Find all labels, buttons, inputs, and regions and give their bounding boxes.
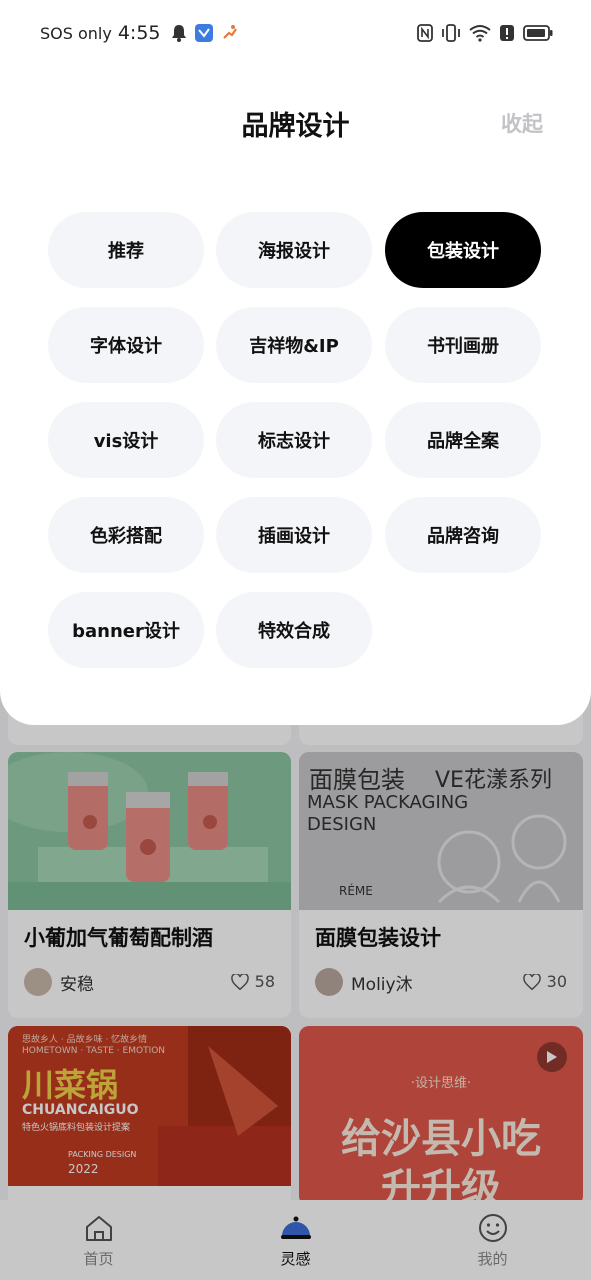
chip-packaging-design[interactable]: 包装设计: [385, 212, 541, 288]
vibrate-icon: [442, 24, 460, 42]
chip-mascot-ip[interactable]: 吉祥物&IP: [216, 307, 372, 383]
alert-icon: [500, 25, 514, 41]
status-bar: SOS only 4:55: [0, 0, 591, 66]
chip-recommend[interactable]: 推荐: [48, 212, 204, 288]
chip-color-matching[interactable]: 色彩搭配: [48, 497, 204, 573]
chip-effects-compositing[interactable]: 特效合成: [216, 592, 372, 668]
chip-brand-full[interactable]: 品牌全案: [385, 402, 541, 478]
chip-brand-consulting[interactable]: 品牌咨询: [385, 497, 541, 573]
collapse-button[interactable]: 收起: [501, 108, 543, 138]
chip-font-design[interactable]: 字体设计: [48, 307, 204, 383]
chip-vis-design[interactable]: vis设计: [48, 402, 204, 478]
app-notification-icon: [194, 24, 213, 42]
chip-illustration-design[interactable]: 插画设计: [216, 497, 372, 573]
carrier-text: SOS only: [40, 23, 112, 43]
chip-banner-design[interactable]: banner设计: [48, 592, 204, 668]
wifi-icon: [469, 25, 491, 42]
clock: 4:55: [117, 22, 161, 44]
chip-book-album[interactable]: 书刊画册: [385, 307, 541, 383]
category-sheet: SOS only 4:55 品牌设计 收起 推荐 海报设计 包装设计 字体设计 …: [0, 0, 591, 725]
running-icon: [222, 25, 237, 39]
chip-logo-design[interactable]: 标志设计: [216, 402, 372, 478]
bell-icon: [171, 25, 186, 42]
nfc-icon: [417, 24, 433, 42]
chip-poster-design[interactable]: 海报设计: [216, 212, 372, 288]
battery-icon: [523, 25, 553, 41]
